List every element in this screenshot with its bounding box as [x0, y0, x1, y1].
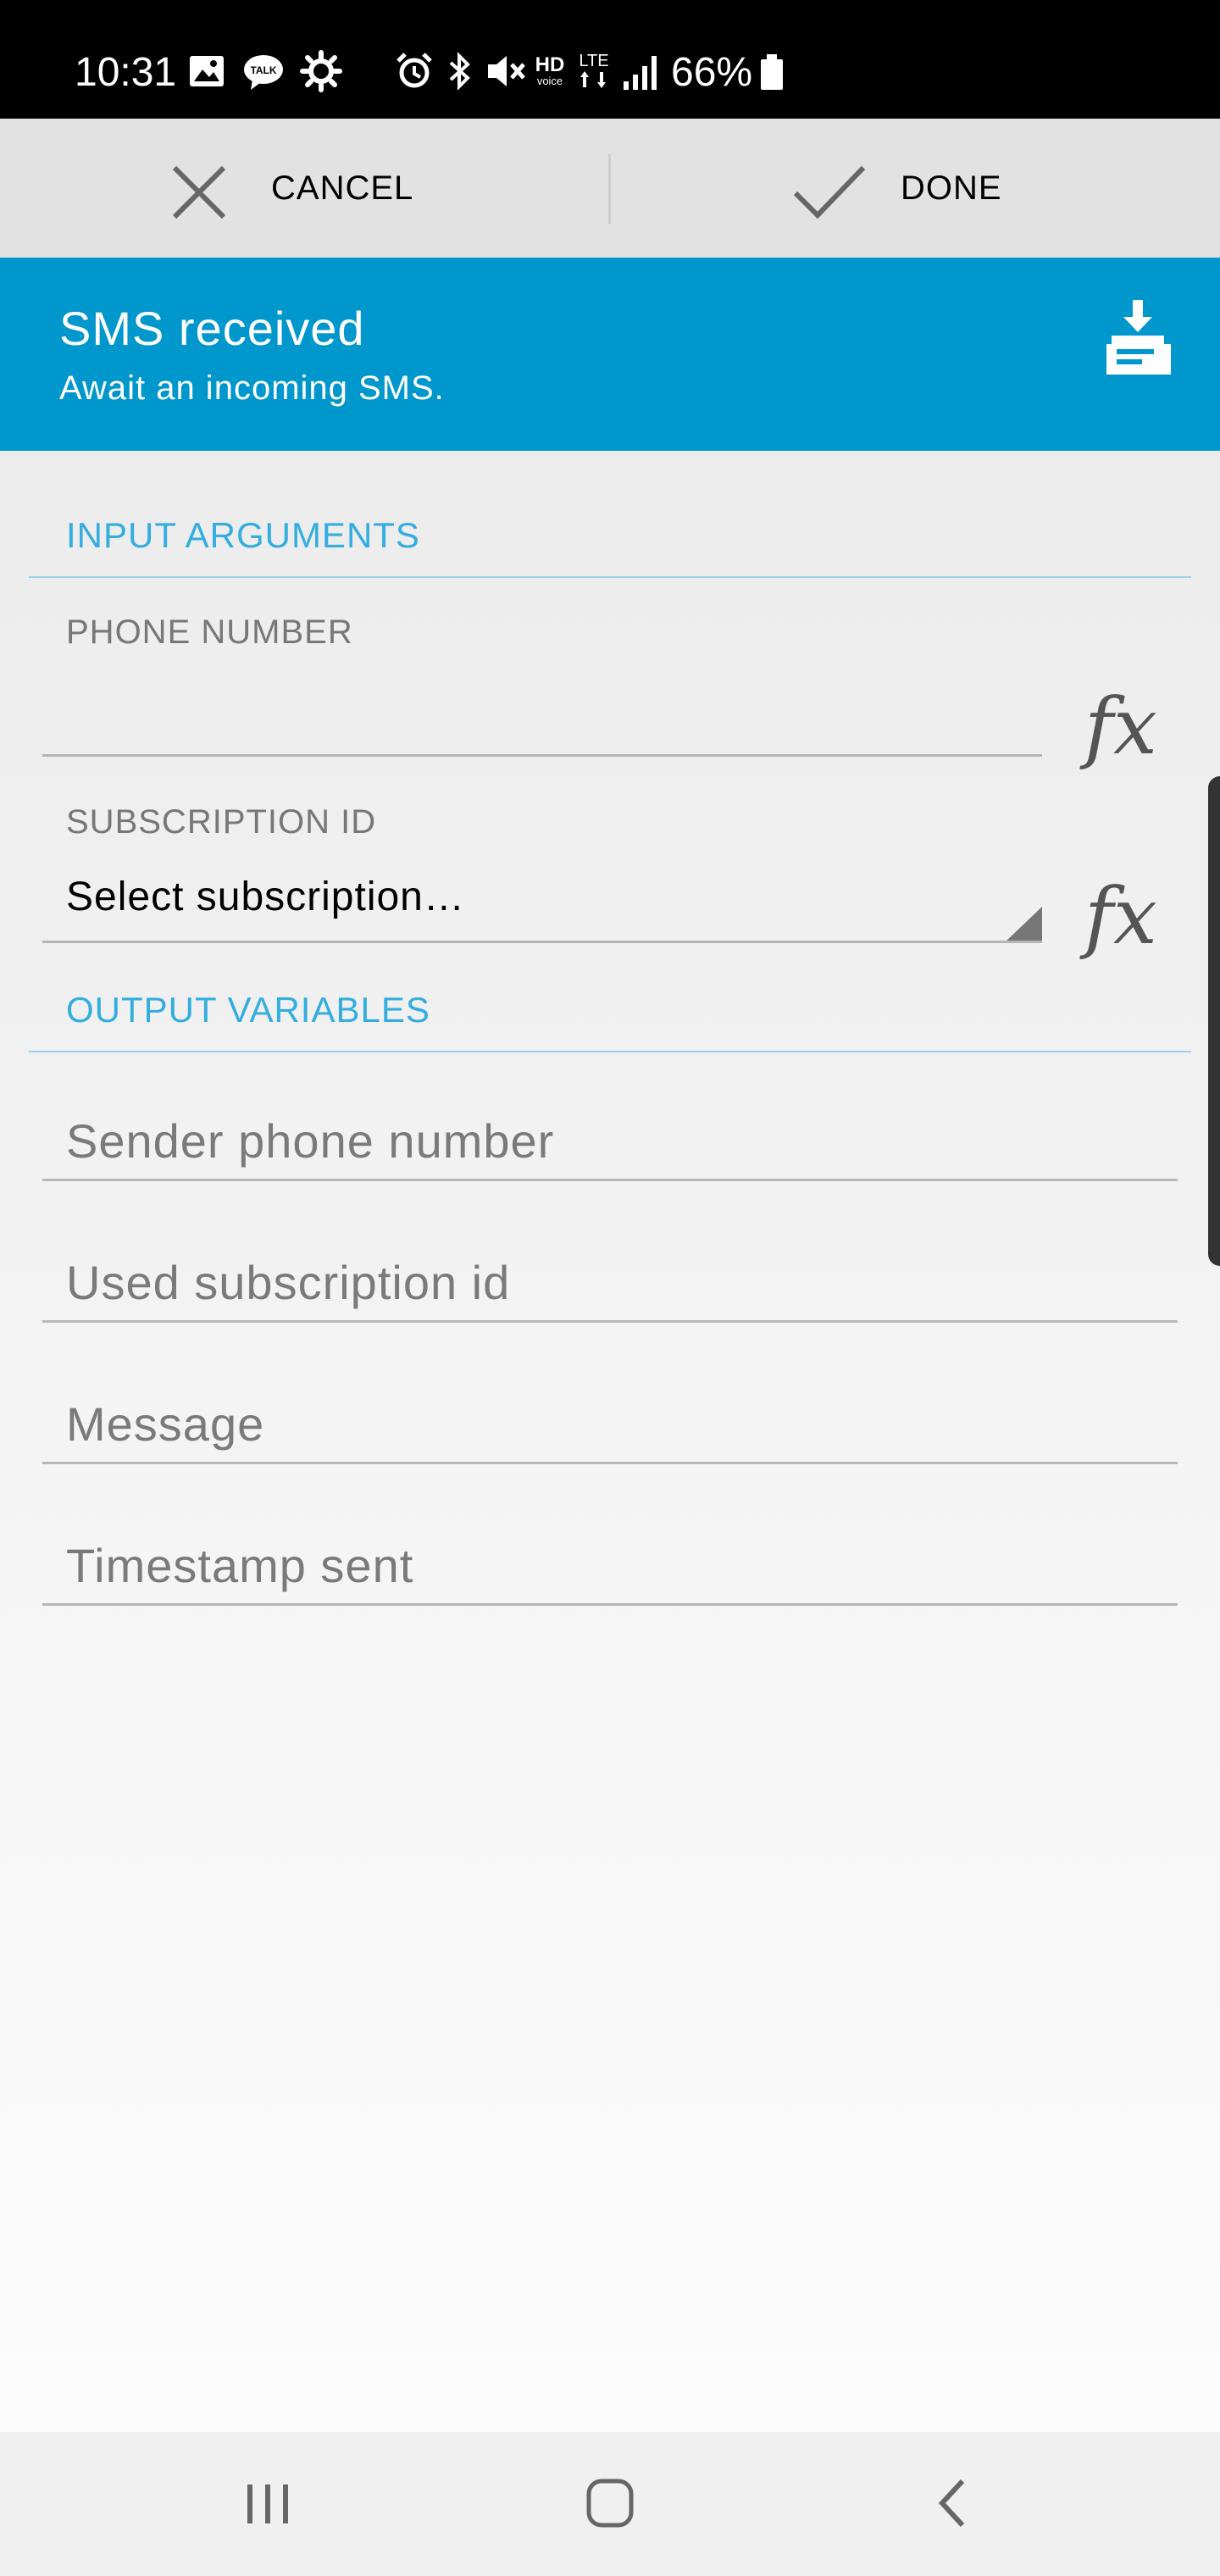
output-variables-heading: OUTPUT VARIABLES [66, 990, 430, 1030]
svg-text:HD: HD [535, 53, 565, 76]
home-button[interactable] [508, 2432, 712, 2576]
svg-text:TALK: TALK [250, 64, 276, 76]
page-subtitle: Await an incoming SMS. [59, 369, 445, 407]
done-button[interactable]: DONE [611, 119, 1220, 258]
hd-voice-icon: HD voice [535, 53, 565, 87]
form-content: INPUT ARGUMENTS PHONE NUMBER fx SUBSCRIP… [0, 451, 1220, 2432]
check-icon [793, 165, 866, 219]
page-title: SMS received [59, 302, 365, 355]
phone-number-fx-button[interactable]: fx [1084, 685, 1157, 769]
close-icon [172, 165, 226, 219]
field-placeholder: Sender phone number [66, 1114, 555, 1168]
edge-panel-handle[interactable] [1208, 776, 1220, 1266]
svg-text:voice: voice [537, 75, 563, 87]
status-bar: 10:31 TALK HD voice LTE 66% [0, 0, 1220, 119]
used-subscription-id-field[interactable]: Used subscription id [42, 1221, 1178, 1323]
svg-text:LTE: LTE [579, 52, 608, 70]
mute-icon [488, 56, 525, 86]
action-bar: CANCEL DONE [0, 119, 1220, 258]
alarm-icon [396, 53, 432, 88]
field-placeholder: Used subscription id [66, 1256, 511, 1309]
field-underline [42, 1320, 1178, 1323]
cancel-button[interactable]: CANCEL [0, 119, 608, 258]
back-icon [938, 2479, 965, 2528]
done-label: DONE [901, 169, 1002, 207]
field-placeholder: Message [66, 1397, 265, 1451]
dropdown-triangle-icon [1005, 907, 1042, 942]
system-nav-bar [0, 2432, 1220, 2576]
timestamp-sent-field[interactable]: Timestamp sent [42, 1504, 1178, 1606]
section-divider [29, 576, 1191, 578]
bluetooth-icon [449, 52, 470, 91]
subscription-select-value: Select subscription… [66, 874, 465, 919]
recents-button[interactable] [166, 2432, 369, 2576]
talk-icon: TALK [244, 55, 283, 90]
phone-number-label: PHONE NUMBER [66, 613, 353, 651]
action-header: SMS received Await an incoming SMS. [0, 258, 1220, 451]
phone-number-input[interactable] [42, 663, 1042, 756]
gear-icon [300, 50, 342, 92]
home-icon [586, 2479, 634, 2528]
status-time: 10:31 [75, 50, 177, 95]
import-icon[interactable] [1100, 298, 1176, 383]
lte-icon: LTE [579, 52, 609, 88]
subscription-fx-button[interactable]: fx [1084, 874, 1157, 959]
field-placeholder: Timestamp sent [66, 1539, 414, 1592]
battery-icon [761, 54, 783, 90]
back-button[interactable] [849, 2432, 1052, 2576]
recents-icon [247, 2484, 288, 2523]
field-underline [42, 1462, 1178, 1464]
cancel-label: CANCEL [271, 169, 414, 207]
field-underline [42, 1179, 1178, 1181]
input-arguments-heading: INPUT ARGUMENTS [66, 515, 420, 555]
sender-phone-number-field[interactable]: Sender phone number [42, 1080, 1178, 1181]
subscription-id-label: SUBSCRIPTION ID [66, 803, 377, 841]
battery-percent: 66% [671, 50, 753, 95]
subscription-underline [42, 941, 1042, 943]
phone-number-underline [42, 754, 1042, 757]
field-underline [42, 1603, 1178, 1606]
message-field[interactable]: Message [42, 1363, 1178, 1464]
section-divider [29, 1051, 1191, 1052]
signal-icon [624, 56, 657, 90]
gallery-icon [190, 56, 224, 86]
